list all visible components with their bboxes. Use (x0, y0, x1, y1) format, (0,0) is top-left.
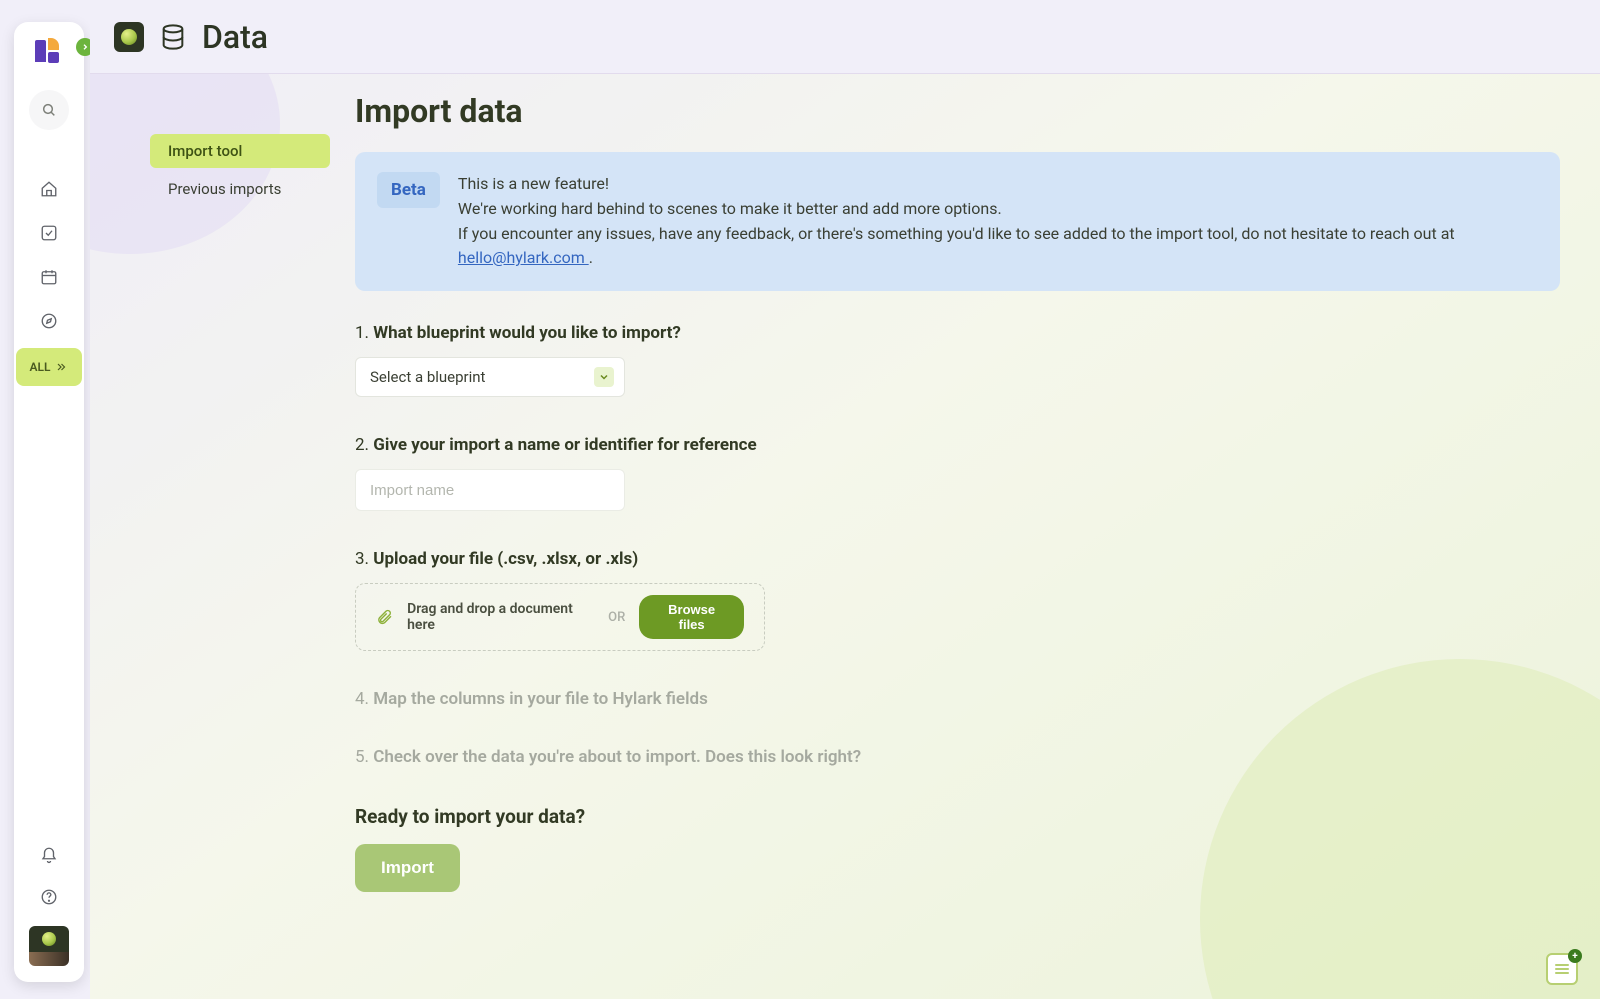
app-logo[interactable] (35, 38, 63, 66)
notes-icon (1555, 964, 1569, 974)
step-5-label: 5. Check over the data you're about to i… (355, 747, 1560, 767)
step-2-label: 2. Give your import a name or identifier… (355, 435, 1560, 455)
beta-badge: Beta (377, 172, 440, 208)
chevron-double-right-icon (54, 361, 68, 373)
search-button[interactable] (29, 90, 69, 130)
tab-import-tool[interactable]: Import tool (150, 134, 330, 168)
beta-text: This is a new feature! We're working har… (458, 172, 1538, 271)
nav-help[interactable] (29, 884, 69, 910)
nav-all[interactable]: ALL (16, 348, 82, 386)
nav-explore[interactable] (29, 308, 69, 334)
page-header-title: Data (202, 18, 268, 56)
step-3-label: 3. Upload your file (.csv, .xlsx, or .xl… (355, 549, 1560, 569)
compass-icon (40, 312, 58, 330)
beta-line2: We're working hard behind to scenes to m… (458, 197, 1538, 222)
chevron-down-icon (594, 367, 614, 387)
user-avatar (29, 952, 69, 966)
nav-all-label: ALL (30, 360, 51, 374)
nav-calendar[interactable] (29, 264, 69, 290)
import-name-input[interactable] (355, 469, 625, 511)
drag-text: Drag and drop a document here (407, 601, 594, 633)
workspace-icon[interactable] (114, 22, 144, 52)
chevron-right-icon (81, 43, 89, 51)
plus-icon: + (1568, 949, 1582, 963)
bell-icon (40, 846, 58, 864)
page-title: Import data (355, 92, 1560, 130)
top-header: Data (90, 0, 1600, 74)
beta-line1: This is a new feature! (458, 172, 1538, 197)
beta-line3: If you encounter any issues, have any fe… (458, 222, 1538, 272)
workspace-avatar (29, 926, 69, 952)
blueprint-select[interactable]: Select a blueprint (355, 357, 625, 397)
sidebar-nav (14, 176, 84, 334)
checkbox-icon (40, 224, 58, 242)
step-5: 5. Check over the data you're about to i… (355, 747, 1560, 767)
paperclip-icon (376, 608, 393, 626)
step-2: 2. Give your import a name or identifier… (355, 435, 1560, 511)
user-workspace-switcher[interactable] (29, 926, 69, 966)
import-button[interactable]: Import (355, 844, 460, 892)
upload-dropzone[interactable]: Drag and drop a document here OR Browse … (355, 583, 765, 651)
blueprint-select-placeholder: Select a blueprint (370, 368, 485, 386)
search-icon (41, 102, 57, 118)
beta-notice: Beta This is a new feature! We're workin… (355, 152, 1560, 291)
tab-previous-imports[interactable]: Previous imports (150, 172, 330, 206)
main-area: Import tool Previous imports Import data… (90, 74, 1600, 999)
content: Import data Beta This is a new feature! … (355, 92, 1560, 892)
calendar-icon (40, 268, 58, 286)
nav-tasks[interactable] (29, 220, 69, 246)
step-4-label: 4. Map the columns in your file to Hylar… (355, 689, 1560, 709)
nav-home[interactable] (29, 176, 69, 202)
step-4: 4. Map the columns in your file to Hylar… (355, 689, 1560, 709)
home-icon (40, 180, 58, 198)
step-1-label: 1. What blueprint would you like to impo… (355, 323, 1560, 343)
or-label: OR (608, 610, 625, 625)
nav-notifications[interactable] (29, 842, 69, 868)
step-1: 1. What blueprint would you like to impo… (355, 323, 1560, 397)
sub-nav: Import tool Previous imports (150, 134, 330, 206)
browse-files-button[interactable]: Browse files (639, 595, 744, 639)
help-icon (40, 888, 58, 906)
step-3: 3. Upload your file (.csv, .xlsx, or .xl… (355, 549, 1560, 651)
ready-title: Ready to import your data? (355, 805, 1560, 828)
quick-notes-widget[interactable]: + (1546, 953, 1578, 985)
sidebar: ALL (14, 22, 84, 982)
ready-section: Ready to import your data? Import (355, 805, 1560, 892)
beta-email-link[interactable]: hello@hylark.com (458, 248, 589, 267)
database-icon (158, 22, 188, 52)
